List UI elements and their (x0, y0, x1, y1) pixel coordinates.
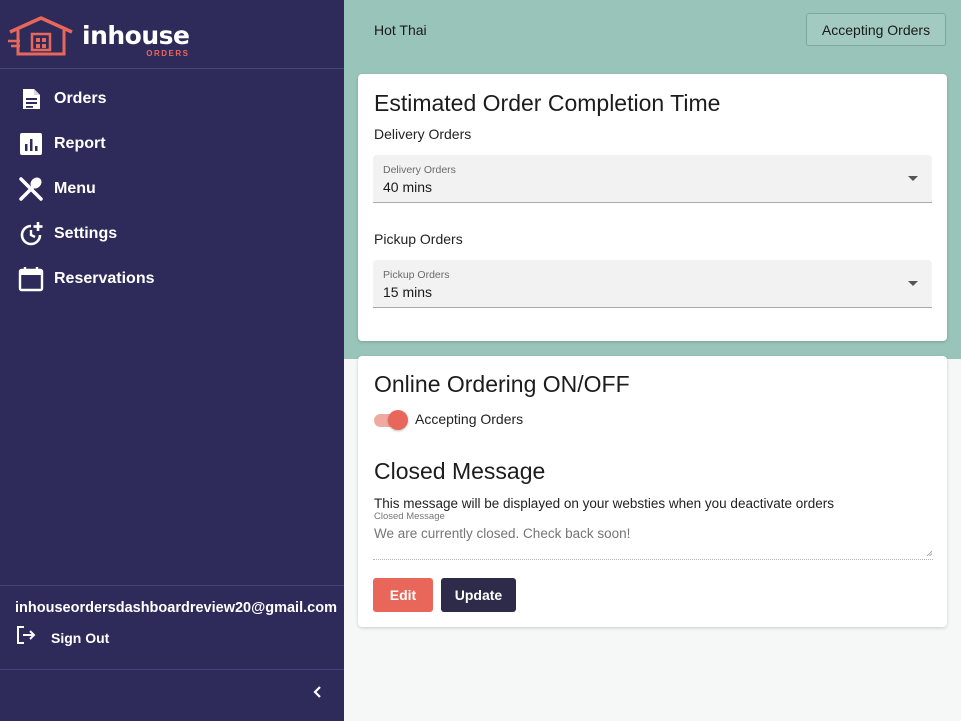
sidebar-item-label: Orders (54, 89, 107, 107)
sidebar-item-menu[interactable]: Menu (0, 166, 344, 211)
pickup-time-select[interactable]: Pickup Orders 15 mins (373, 260, 932, 308)
edit-button[interactable]: Edit (373, 578, 433, 612)
online-ordering-title: Online Ordering ON/OFF (374, 371, 630, 397)
delivery-time-select[interactable]: Delivery Orders 40 mins (373, 155, 932, 203)
calendar-icon (18, 266, 44, 292)
toggle-thumb (388, 410, 408, 430)
sidebar-item-label: Reservations (54, 269, 155, 287)
closed-message-description: This message will be displayed on your w… (374, 496, 834, 511)
dropdown-arrow-icon (908, 176, 918, 181)
sign-out-button[interactable]: Sign Out (15, 625, 337, 650)
update-button[interactable]: Update (441, 578, 516, 612)
document-icon (18, 86, 44, 112)
delivery-select-label: Delivery Orders (383, 164, 456, 176)
pickup-select-label: Pickup Orders (383, 269, 450, 281)
bar-chart-icon (18, 131, 44, 157)
pickup-heading: Pickup Orders (374, 231, 463, 247)
sidebar-item-label: Settings (54, 224, 118, 242)
sidebar-item-settings[interactable]: Settings (0, 211, 344, 256)
brand-sub: ORDERS (146, 49, 190, 58)
sidebar-item-orders[interactable]: Orders (0, 76, 344, 121)
brand-name: inhouse (82, 21, 190, 50)
sidebar: inhouse ORDERS Orders Report Menu Settin… (0, 0, 344, 721)
sidebar-item-label: Report (54, 134, 106, 152)
dropdown-arrow-icon (908, 281, 918, 286)
delivery-heading: Delivery Orders (374, 126, 472, 142)
sidebar-nav: Orders Report Menu Settings Reservations (0, 76, 344, 301)
restaurant-name: Hot Thai (374, 22, 427, 38)
sidebar-item-reservations[interactable]: Reservations (0, 256, 344, 301)
card-title: Estimated Order Completion Time (374, 90, 721, 116)
closed-message-title: Closed Message (374, 458, 546, 484)
toggle-label: Accepting Orders (415, 411, 524, 427)
accepting-orders-toggle[interactable] (373, 410, 409, 430)
account-section: inhouseordersdashboardreview20@gmail.com… (15, 600, 337, 650)
completion-time-card: Estimated Order Completion Time Delivery… (358, 74, 947, 341)
house-logo-icon (8, 16, 73, 56)
resize-grip-icon[interactable] (926, 550, 932, 556)
sidebar-divider (0, 669, 344, 670)
utensils-icon (18, 176, 44, 202)
online-ordering-card: Online Ordering ON/OFF Accepting Orders … (358, 356, 947, 627)
chevron-left-icon (312, 685, 324, 704)
sidebar-divider (0, 585, 344, 586)
sidebar-item-label: Menu (54, 179, 96, 197)
sidebar-divider (0, 68, 344, 69)
brand-logo[interactable]: inhouse ORDERS (8, 12, 190, 60)
delivery-select-value: 40 mins (383, 179, 433, 195)
closed-message-field-label: Closed Message (374, 511, 445, 522)
clock-plus-icon (18, 221, 44, 247)
account-email: inhouseordersdashboardreview20@gmail.com (15, 600, 337, 616)
closed-message-input[interactable] (373, 522, 933, 560)
accepting-orders-button[interactable]: Accepting Orders (806, 13, 946, 46)
sidebar-item-report[interactable]: Report (0, 121, 344, 166)
collapse-sidebar-button[interactable] (308, 684, 328, 704)
sign-out-icon (15, 625, 37, 650)
pickup-select-value: 15 mins (383, 284, 433, 300)
sign-out-label: Sign Out (51, 629, 110, 646)
